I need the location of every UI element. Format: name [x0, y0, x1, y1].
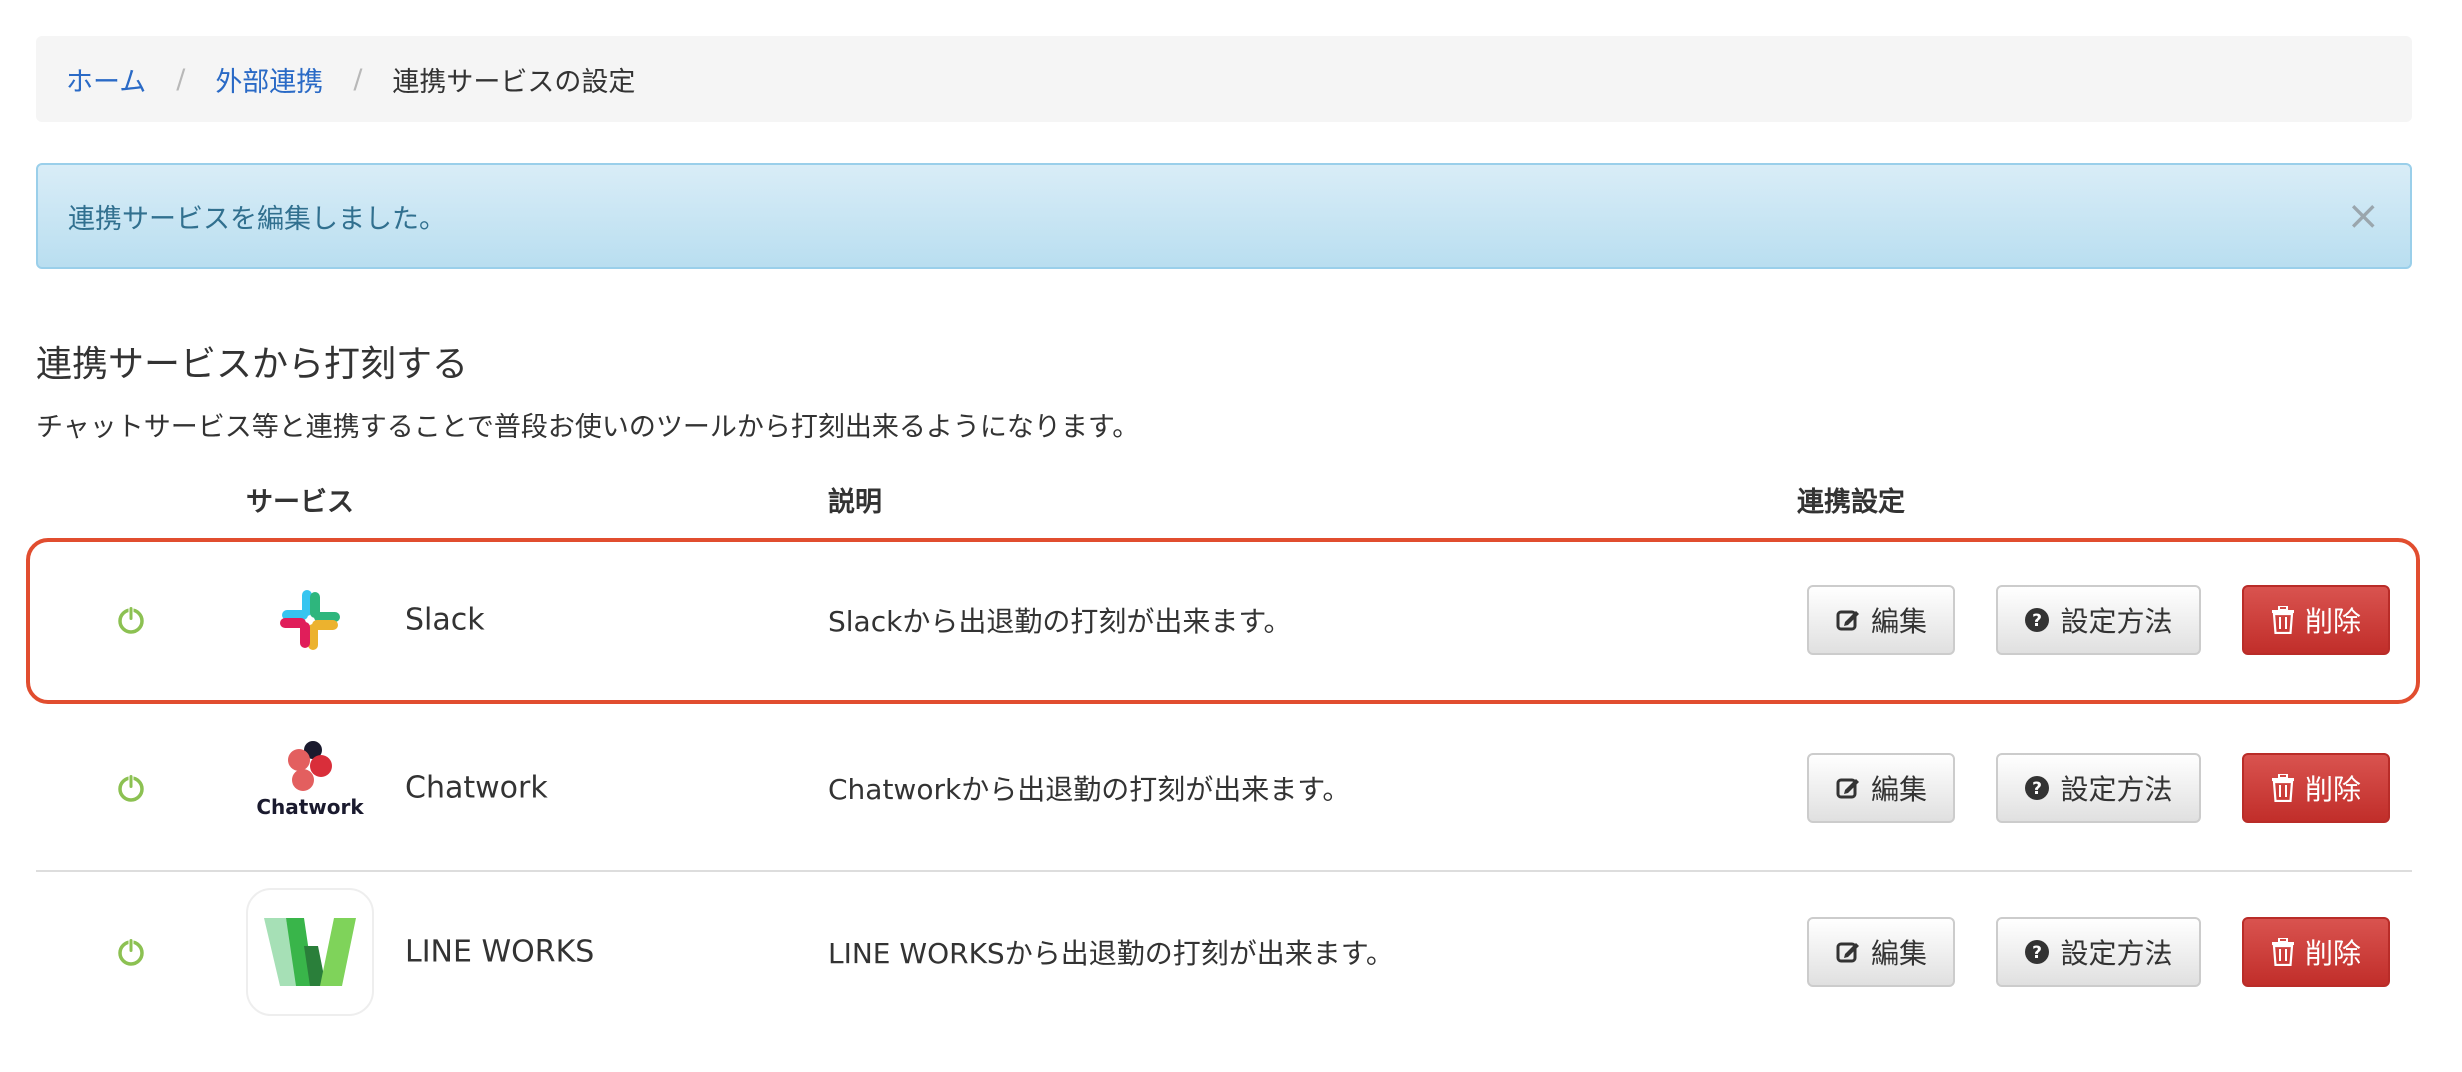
delete-button[interactable]: 削除	[2242, 917, 2390, 987]
svg-text:?: ?	[2033, 611, 2043, 631]
breadcrumb-current: 連携サービスの設定	[392, 66, 636, 98]
delete-button-label: 削除	[2304, 773, 2361, 806]
alert-close-button[interactable]: ×	[2346, 196, 2380, 236]
edit-button-label: 編集	[1870, 937, 1927, 970]
breadcrumb: ホーム / 外部連携 / 連携サービスの設定	[36, 36, 2412, 122]
success-alert: 連携サービスを編集しました。 ×	[36, 163, 2412, 269]
edit-button-label: 編集	[1870, 605, 1927, 638]
setup-button-label: 設定方法	[2060, 773, 2173, 806]
breadcrumb-separator: /	[353, 63, 363, 95]
line-works-logo-icon	[246, 888, 374, 1016]
delete-button-label: 削除	[2304, 937, 2361, 970]
question-circle-icon: ?	[2025, 608, 2050, 632]
service-name: LINE WORKS	[405, 934, 595, 970]
table-row: Chatwork Chatwork Chatworkから出退勤の打刻が出来ます。…	[36, 706, 2412, 872]
power-icon	[118, 938, 144, 966]
trash-icon	[2271, 774, 2294, 802]
breadcrumb-integrations-link[interactable]: 外部連携	[215, 60, 323, 99]
svg-text:Chatwork: Chatwork	[256, 795, 364, 819]
setup-guide-button[interactable]: ? 設定方法	[1996, 585, 2201, 655]
service-name: Slack	[405, 602, 485, 638]
table-row: LINE WORKS LINE WORKSから出退勤の打刻が出来ます。 編集 ?…	[36, 870, 2412, 1034]
edit-button[interactable]: 編集	[1807, 585, 1955, 655]
service-name: Chatwork	[405, 770, 548, 806]
service-description: Chatworkから出退勤の打刻が出来ます。	[828, 773, 1351, 806]
column-header-settings: 連携設定	[1797, 487, 1905, 518]
column-header-service: サービス	[246, 487, 354, 518]
question-circle-icon: ?	[2025, 940, 2050, 964]
trash-icon	[2271, 606, 2294, 634]
slack-logo-icon	[280, 590, 340, 650]
edit-button-label: 編集	[1870, 773, 1927, 806]
edit-icon	[1836, 778, 1859, 799]
delete-button[interactable]: 削除	[2242, 585, 2390, 655]
section-title: 連携サービスから打刻する	[36, 344, 469, 385]
power-icon	[118, 606, 144, 634]
alert-message: 連携サービスを編集しました。	[68, 203, 446, 235]
question-circle-icon: ?	[2025, 776, 2050, 800]
edit-button[interactable]: 編集	[1807, 917, 1955, 987]
service-description: Slackから出退勤の打刻が出来ます。	[828, 605, 1292, 638]
svg-text:?: ?	[2033, 779, 2043, 799]
setup-button-label: 設定方法	[2060, 937, 2173, 970]
svg-text:?: ?	[2033, 943, 2043, 963]
setup-button-label: 設定方法	[2060, 605, 2173, 638]
breadcrumb-separator: /	[176, 63, 186, 95]
setup-guide-button[interactable]: ? 設定方法	[1996, 753, 2201, 823]
trash-icon	[2271, 938, 2294, 966]
table-row: Slack Slackから出退勤の打刻が出来ます。 編集 ? 設定方法 削除	[26, 538, 2420, 704]
edit-icon	[1836, 610, 1859, 631]
chatwork-logo-icon: Chatwork	[246, 724, 374, 852]
breadcrumb-home-link[interactable]: ホーム	[66, 60, 146, 99]
service-description: LINE WORKSから出退勤の打刻が出来ます。	[828, 937, 1394, 970]
delete-button[interactable]: 削除	[2242, 753, 2390, 823]
column-header-description: 説明	[828, 487, 882, 518]
power-icon	[118, 774, 144, 802]
edit-icon	[1836, 942, 1859, 963]
setup-guide-button[interactable]: ? 設定方法	[1996, 917, 2201, 987]
section-description: チャットサービス等と連携することで普段お使いのツールから打刻出来るようになります…	[36, 412, 1140, 443]
delete-button-label: 削除	[2304, 605, 2361, 638]
edit-button[interactable]: 編集	[1807, 753, 1955, 823]
